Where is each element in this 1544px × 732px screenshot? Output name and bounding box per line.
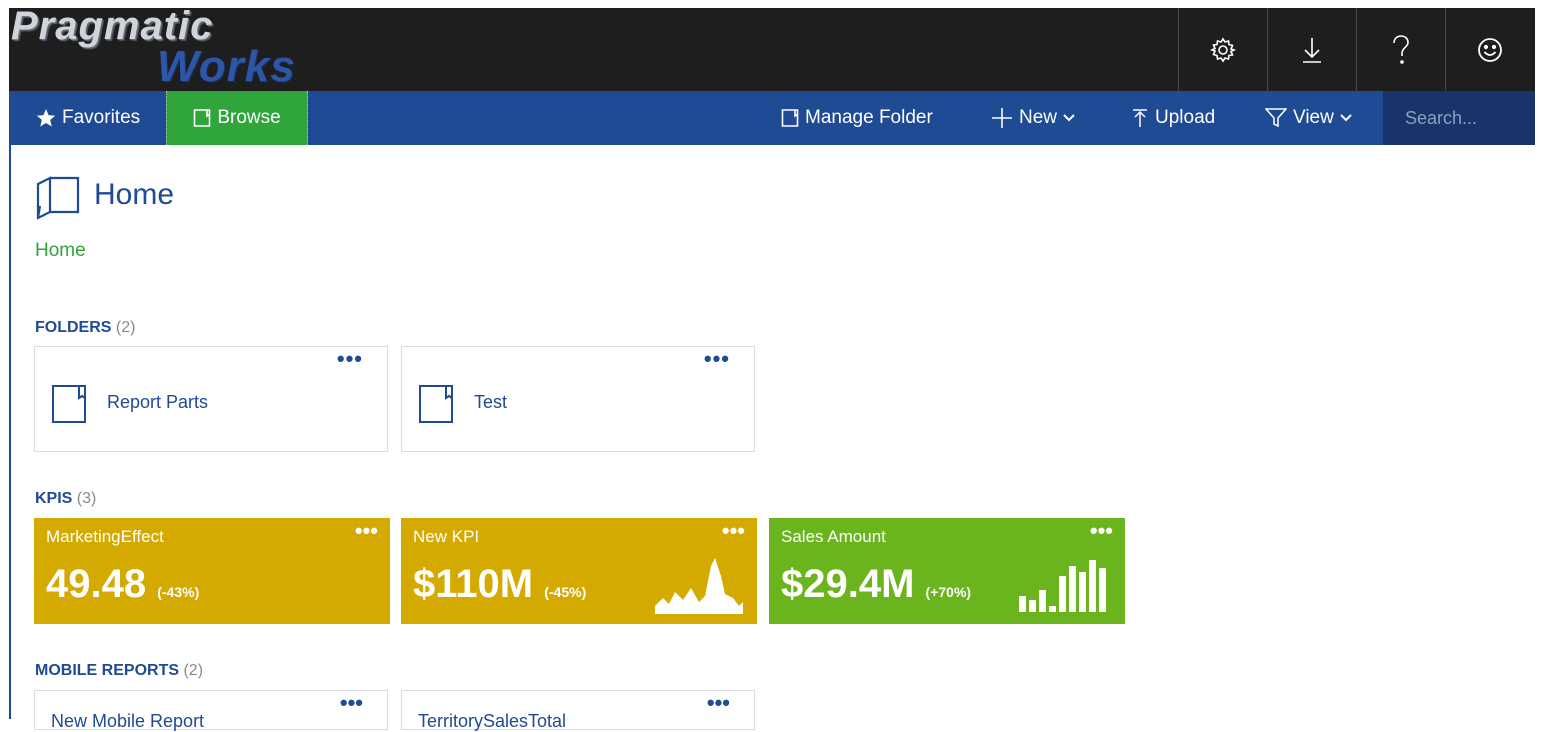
mobile-report-name: New Mobile Report (51, 711, 205, 731)
smiley-icon (1478, 37, 1502, 62)
browse-tab[interactable]: Browse (166, 91, 308, 145)
download-button[interactable] (1267, 8, 1356, 91)
upload-icon (1133, 109, 1147, 127)
mobile-reports-section-header: MOBILE REPORTS (2) (35, 662, 203, 680)
feedback-button[interactable] (1445, 8, 1534, 91)
kpi-change: (+70%) (925, 584, 972, 600)
section-count: (3) (76, 490, 97, 507)
browse-folder-icon (36, 176, 80, 220)
area-sparkline-icon (655, 558, 743, 614)
more-options-button[interactable]: ••• (1090, 520, 1113, 542)
more-options-button[interactable]: ••• (355, 520, 378, 542)
section-label: FOLDERS (35, 319, 112, 336)
bar-sparkline-icon (1019, 560, 1106, 612)
kpi-value-row: 49.48 (-43%) (46, 562, 199, 607)
download-icon (1303, 37, 1321, 63)
browse-label: Browse (217, 107, 281, 128)
kpi-tile-marketing-effect[interactable]: MarketingEffect ••• 49.48 (-43%) (34, 518, 390, 624)
section-count: (2) (183, 662, 204, 679)
page-title: Home (94, 178, 175, 211)
help-icon (1393, 34, 1409, 64)
mobile-report-name: TerritorySalesTotal (418, 711, 567, 731)
folder-name: Test (474, 392, 508, 412)
kpi-name: Sales Amount (781, 527, 886, 546)
more-options-button[interactable]: ••• (722, 520, 745, 542)
new-label: New (1019, 107, 1058, 128)
new-menu-button[interactable]: New (991, 91, 1075, 145)
upload-label: Upload (1155, 107, 1216, 128)
help-button[interactable] (1356, 8, 1445, 91)
section-label: KPIS (35, 490, 73, 507)
folder-icon (52, 385, 86, 423)
breadcrumb-home[interactable]: Home (35, 240, 86, 262)
folders-section-header: FOLDERS (2) (35, 319, 135, 337)
settings-button[interactable] (1178, 8, 1267, 91)
section-count: (2) (115, 319, 136, 336)
kpi-tile-sales-amount[interactable]: Sales Amount ••• $29.4M (+70%) (769, 518, 1125, 624)
kpi-tile-new-kpi[interactable]: New KPI ••• $110M (-45%) (401, 518, 757, 624)
kpis-section-header: KPIS (3) (35, 490, 96, 508)
kpi-value: $110M (413, 562, 534, 606)
mobile-report-tile[interactable]: ••• New Mobile Report (34, 690, 388, 731)
mobile-report-tile[interactable]: ••• TerritorySalesTotal (401, 690, 755, 731)
kpi-value: $29.4M (781, 562, 915, 606)
kpi-value-row: $110M (-45%) (413, 562, 586, 607)
chevron-down-icon (1340, 114, 1352, 122)
favorites-label: Favorites (62, 107, 141, 128)
gear-icon (1209, 37, 1237, 62)
kpi-change: (-43%) (157, 584, 200, 600)
folder-icon (194, 109, 211, 127)
view-label: View (1293, 107, 1334, 128)
favorites-tab[interactable]: Favorites (36, 91, 140, 145)
more-options-button[interactable]: ••• (337, 348, 363, 370)
folder-name: Report Parts (107, 392, 209, 412)
plus-icon (992, 108, 1012, 128)
manage-folder-label: Manage Folder (805, 107, 933, 128)
filter-icon (1265, 108, 1287, 128)
kpi-name: MarketingEffect (46, 527, 164, 546)
folder-tile-report-parts[interactable]: ••• Report Parts (34, 346, 388, 452)
kpi-name: New KPI (413, 527, 480, 546)
folder-icon (419, 385, 453, 423)
nav-bar: Favorites Browse Manage Folder New Uploa… (9, 91, 1537, 145)
kpi-value-row: $29.4M (+70%) (781, 562, 971, 607)
manage-folder-button[interactable]: Manage Folder (781, 91, 933, 145)
chevron-down-icon (1063, 114, 1075, 122)
left-accent-line (9, 145, 11, 719)
more-options-button[interactable]: ••• (704, 348, 730, 370)
view-menu-button[interactable]: View (1265, 91, 1352, 145)
upload-button[interactable]: Upload (1131, 91, 1215, 145)
more-options-button[interactable]: ••• (707, 692, 730, 714)
pragmatic-works-logo[interactable]: Pragmatic Works (9, 4, 349, 91)
folder-icon (781, 109, 799, 127)
section-label: MOBILE REPORTS (35, 662, 180, 679)
search-input[interactable] (1403, 106, 1537, 130)
folder-tile-test[interactable]: ••• Test (401, 346, 755, 452)
star-icon (36, 109, 56, 127)
search-box (1383, 91, 1537, 145)
logo-line-2: Works (157, 42, 296, 91)
top-header: Pragmatic Works (9, 4, 1535, 91)
kpi-change: (-45%) (544, 584, 587, 600)
kpi-value: 49.48 (46, 562, 147, 606)
more-options-button[interactable]: ••• (340, 692, 363, 714)
